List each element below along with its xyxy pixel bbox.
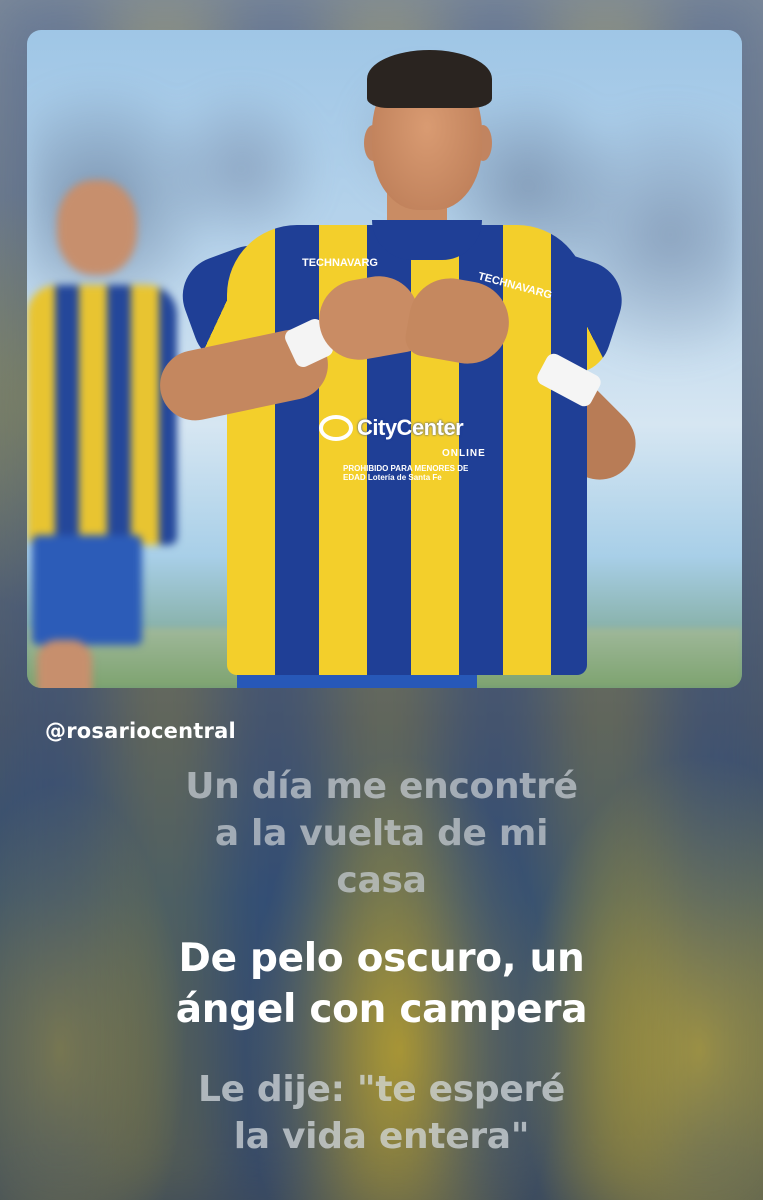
lyric-line: a la vuelta de mi bbox=[214, 813, 549, 854]
sponsor-logo-icon bbox=[319, 415, 353, 441]
story-photo[interactable]: TECHNAVARG TECHNAVARG CityCenter ONLINE … bbox=[27, 30, 742, 688]
player-hair bbox=[367, 50, 492, 108]
jersey-sponsor: CityCenter bbox=[319, 408, 495, 448]
lyric-line: ángel con campera bbox=[175, 987, 588, 1032]
account-mention[interactable]: @rosariocentral bbox=[45, 719, 236, 743]
lyric-line: Un día me encontré bbox=[185, 766, 578, 807]
lyric-line: Le dije: "te esperé bbox=[197, 1069, 566, 1110]
lyric-next: Le dije: "te esperé la vida entera" bbox=[0, 1066, 763, 1160]
lyric-line: la vida entera" bbox=[233, 1116, 530, 1157]
jersey-lottery-text: Lotería de Santa Fe bbox=[367, 473, 442, 482]
lyric-line: De pelo oscuro, un bbox=[178, 936, 585, 981]
lyric-current: De pelo oscuro, un ángel con campera bbox=[0, 933, 763, 1035]
lyric-previous: Un día me encontré a la vuelta de mi cas… bbox=[0, 763, 763, 904]
jersey-notice: PROHIBIDO PARA MENORES DE EDAD Lotería d… bbox=[343, 464, 493, 482]
lyric-line: casa bbox=[336, 860, 427, 901]
celebrating-player: TECHNAVARG TECHNAVARG CityCenter ONLINE … bbox=[147, 40, 667, 688]
sponsor-subtitle: ONLINE bbox=[442, 448, 486, 459]
sponsor-name: CityCenter bbox=[357, 415, 464, 440]
jersey-brand-text: TECHNAVARG bbox=[302, 257, 378, 269]
